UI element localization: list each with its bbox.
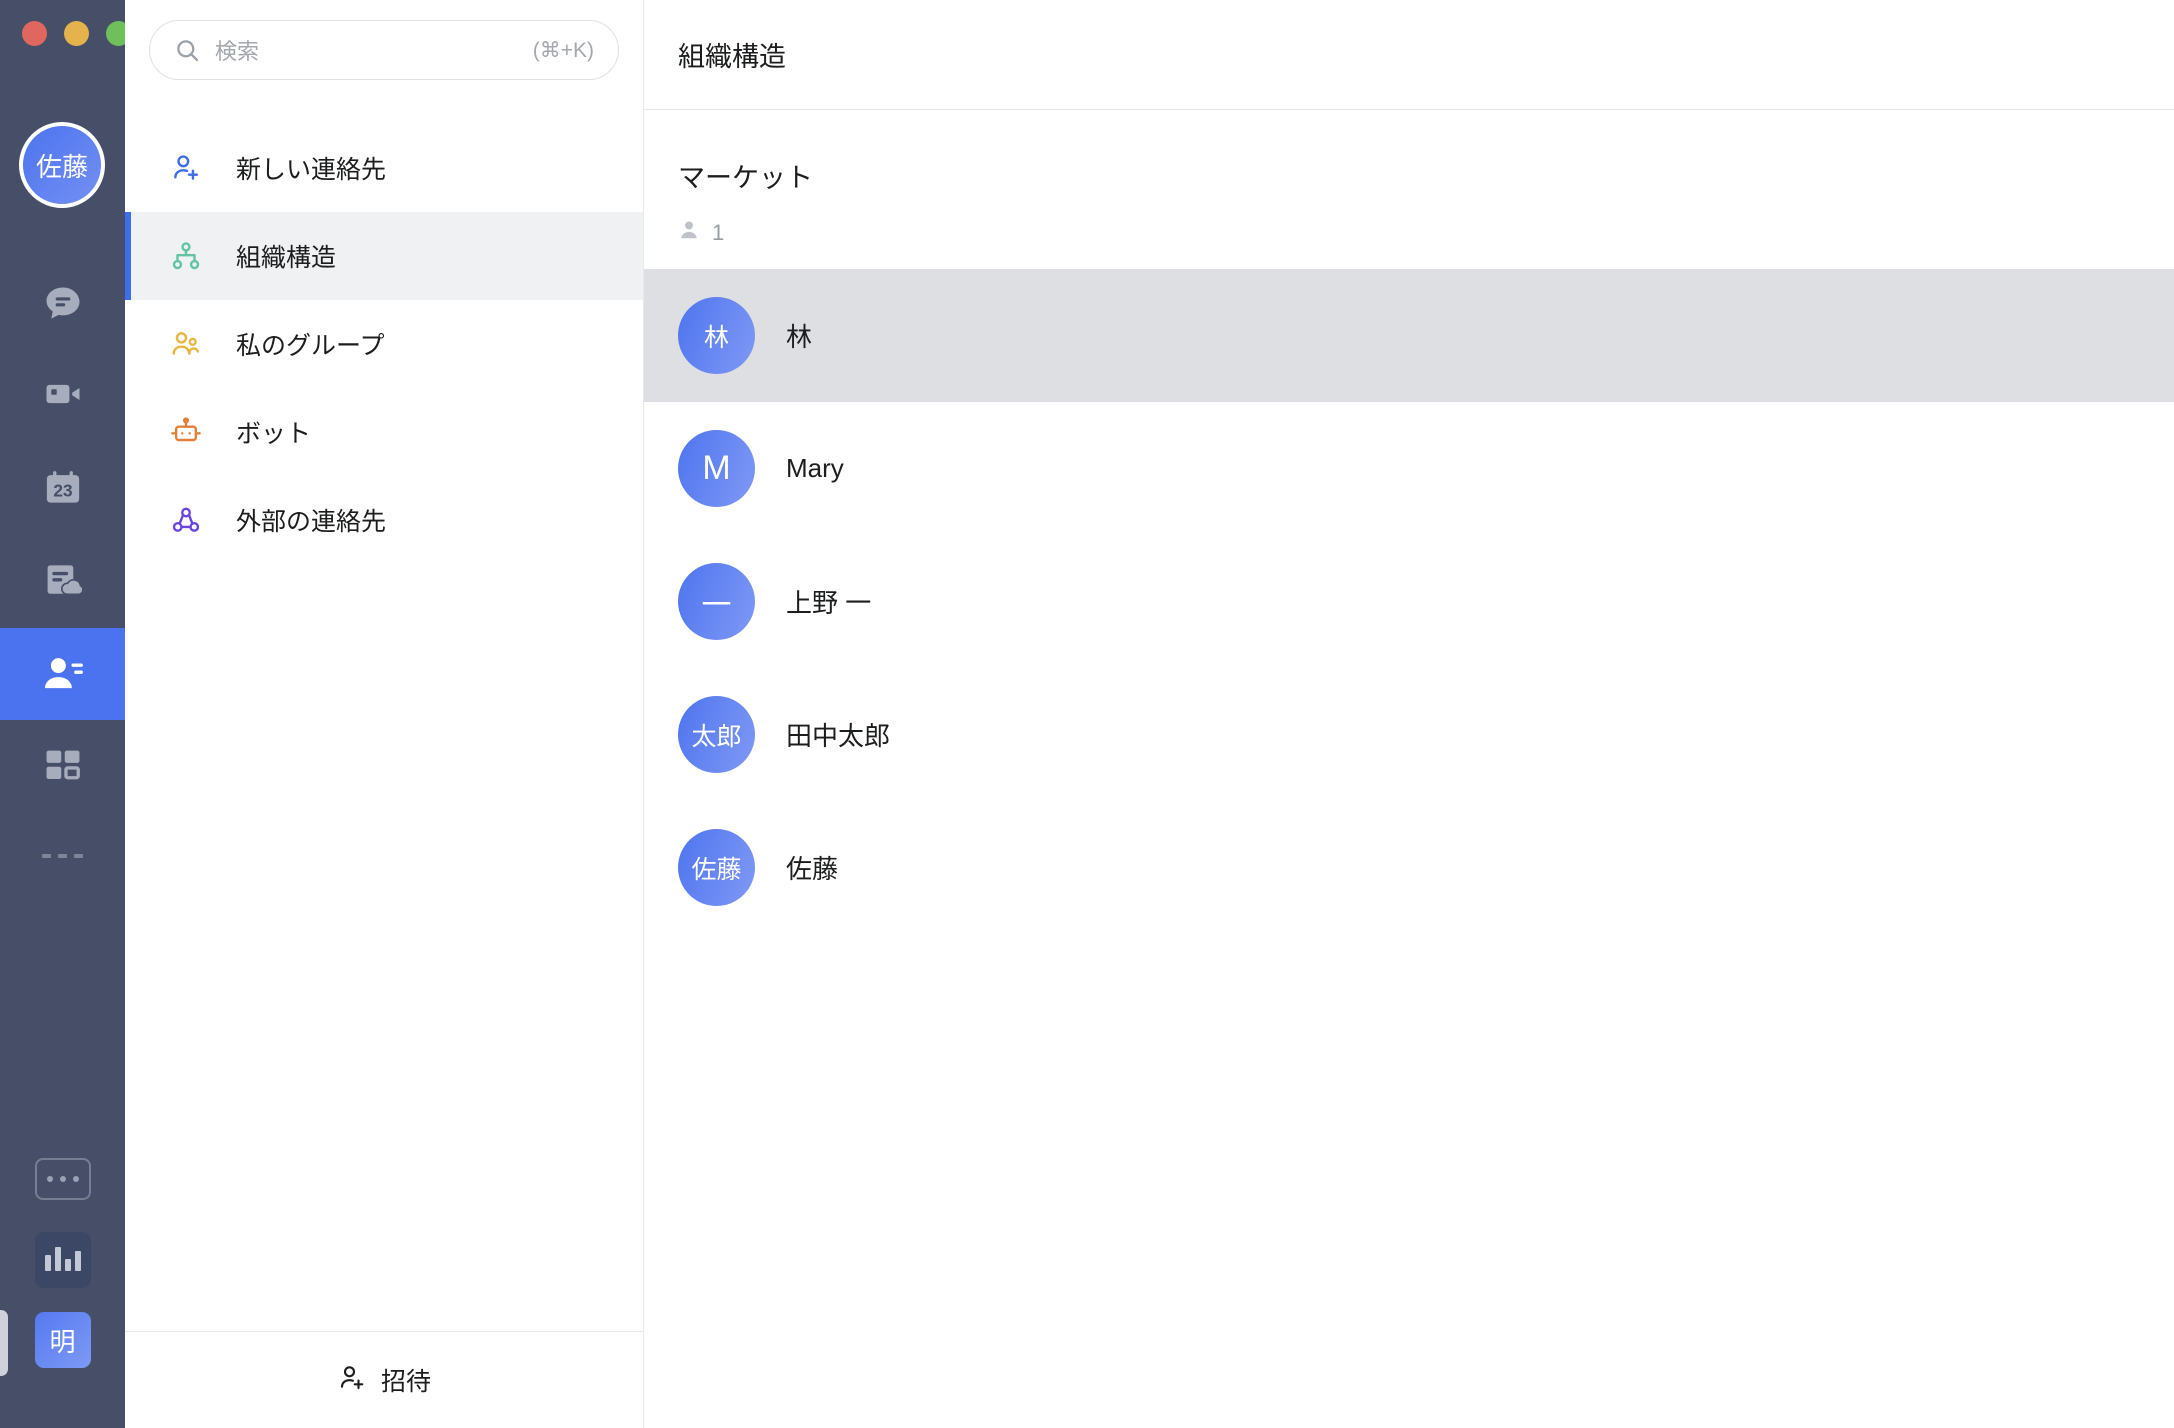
sidebar-item-external-contacts[interactable]: 外部の連絡先 [125,476,643,564]
avatar-text: 一 [701,588,732,622]
group-name: マーケット [678,163,813,193]
member-list: 林 林 M Mary 一 上野 一 太郎 田中太郎 佐藤 佐藤 [644,269,2174,934]
person-icon [678,219,700,247]
member-name: 佐藤 [786,854,839,884]
sidebar-item-label: 私のグループ [236,332,385,360]
avatar: 太郎 [678,696,755,773]
invite-button-label: 招待 [380,1368,431,1396]
ellipsis-icon [34,1158,91,1200]
group-member-count-value: 1 [712,220,725,245]
avatar-text: 佐藤 [691,855,742,884]
sidebar-item-label: 新しい連絡先 [236,156,387,184]
external-contacts-icon [169,504,203,536]
chat-bubble-icon [41,282,85,326]
main-content: 組織構造 マーケット 1 林 林 M Mary 一 上野 一 太郎 田中太郎 佐… [644,0,2174,1428]
member-name: Mary [786,453,844,483]
users-group-icon [169,328,203,360]
calendar-23-icon: 23 [41,466,85,510]
traffic-lights [22,21,131,46]
rail-stats-button[interactable] [0,1232,125,1288]
sidebar-item-new-contact[interactable]: 新しい連絡先 [125,124,643,212]
avatar-text: M [702,449,731,487]
org-tree-icon [169,240,203,272]
member-row[interactable]: M Mary [644,402,2174,535]
rail-item-more[interactable] [0,810,125,902]
language-badge-label: 明 [49,1326,76,1357]
panel-drag-handle[interactable] [0,1310,8,1376]
sidebar-item-label: ボット [236,420,312,448]
group-member-count: 1 [678,219,2174,247]
user-plus-icon [169,152,203,184]
avatar: M [678,430,755,507]
rail-item-docs[interactable] [0,534,125,626]
sidebar-item-bots[interactable]: ボット [125,388,643,476]
user-avatar[interactable]: 佐藤 [19,122,105,208]
contacts-nav: 新しい連絡先 組織構造 私のグループ ボット 外部の連絡先 [125,124,643,564]
sidebar-item-label: 組織構造 [236,244,337,272]
rail-language-button[interactable]: 明 [0,1312,125,1368]
rail-item-calendar[interactable]: 23 [0,442,125,534]
group-header: マーケット 1 [644,110,2174,247]
panel-spacer [125,564,643,1331]
avatar: 佐藤 [678,829,755,906]
docs-cloud-icon [41,558,85,602]
rail-item-workplace[interactable] [0,720,125,812]
stats-icon [34,1232,91,1288]
search-shortcut-hint: (⌘+K) [532,38,594,62]
member-name: 田中太郎 [786,721,891,751]
video-camera-icon [41,372,85,416]
main-header: 組織構造 [644,0,2174,110]
page-title: 組織構造 [678,42,786,72]
user-plus-icon [337,1363,367,1398]
close-window-button[interactable] [22,21,47,46]
language-badge: 明 [34,1312,91,1368]
sidebar-item-org-structure[interactable]: 組織構造 [125,212,643,300]
minimize-window-button[interactable] [64,21,89,46]
robot-icon [169,416,203,448]
sidebar-item-my-groups[interactable]: 私のグループ [125,300,643,388]
member-name: 林 [786,322,813,352]
user-avatar-initials: 佐藤 [35,151,88,182]
member-name: 上野 一 [786,588,872,618]
contacts-icon [40,651,86,697]
search-placeholder: 検索 [215,39,260,64]
avatar-text: 太郎 [691,722,742,751]
avatar: 一 [678,563,755,640]
search-input[interactable]: 検索 (⌘+K) [149,20,619,80]
member-row[interactable]: 林 林 [644,269,2174,402]
rail-item-meetings[interactable] [0,348,125,440]
more-dots-icon [41,850,84,862]
svg-text:23: 23 [53,480,72,500]
member-row[interactable]: 一 上野 一 [644,535,2174,668]
member-row[interactable]: 佐藤 佐藤 [644,801,2174,934]
invite-button[interactable]: 招待 [125,1331,643,1428]
left-rail: 佐藤 23 明 [0,0,131,1428]
member-row[interactable]: 太郎 田中太郎 [644,668,2174,801]
rail-item-contacts[interactable] [0,628,125,720]
rail-overflow-button[interactable] [0,1158,125,1200]
search-icon [174,37,201,64]
app-window: 佐藤 23 明 検索 (⌘+K) 新しい連絡先 組織構造 私のグループ ボット … [0,0,2174,1428]
avatar-text: 林 [703,323,729,352]
rail-item-chat[interactable] [0,258,125,350]
avatar: 林 [678,297,755,374]
apps-grid-icon [42,745,84,787]
search-area: 検索 (⌘+K) [125,0,643,80]
sidebar-item-label: 外部の連絡先 [236,508,387,536]
contacts-panel: 検索 (⌘+K) 新しい連絡先 組織構造 私のグループ ボット 外部の連絡先 招… [125,0,644,1428]
